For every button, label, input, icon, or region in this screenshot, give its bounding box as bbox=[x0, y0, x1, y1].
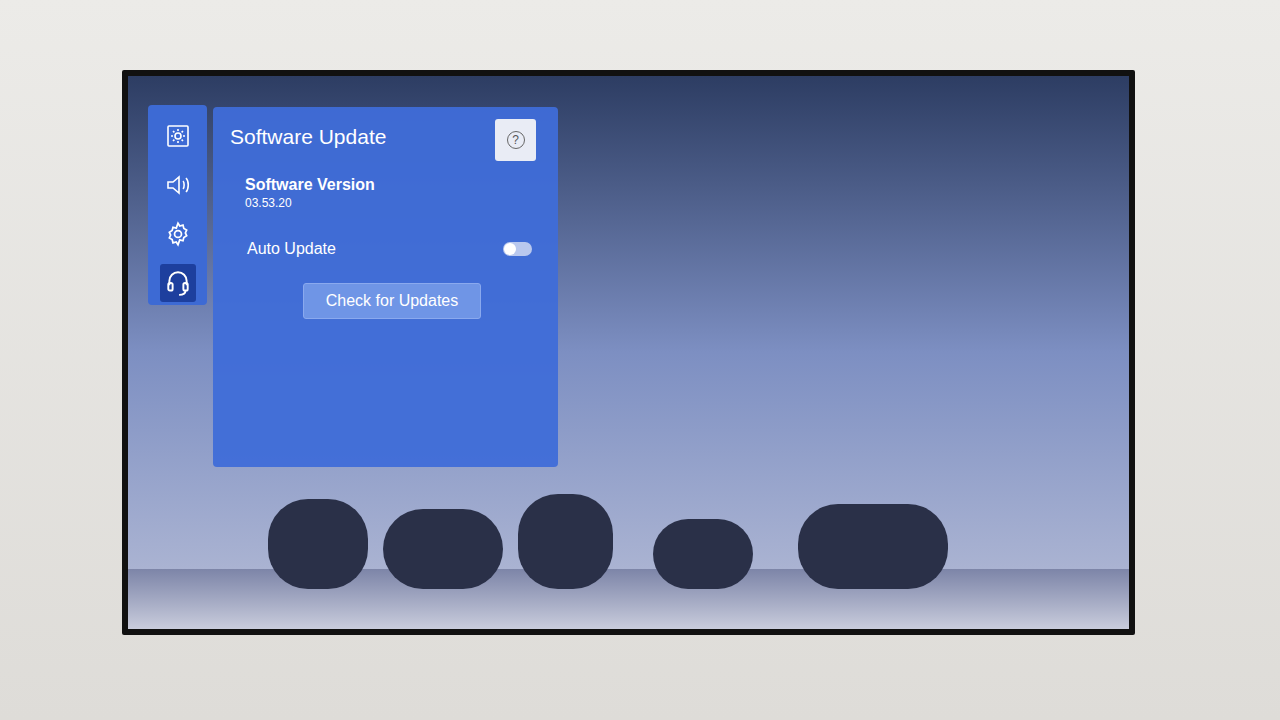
panel-header: Software Update? bbox=[213, 107, 558, 161]
help-button[interactable]: ? bbox=[495, 119, 536, 161]
settings-sidebar bbox=[148, 105, 207, 305]
sidebar-item[interactable] bbox=[160, 215, 196, 253]
headset-icon bbox=[165, 269, 191, 297]
sidebar-item[interactable] bbox=[160, 264, 196, 302]
auto-update-label: Auto Update bbox=[247, 239, 336, 259]
picture-icon bbox=[166, 124, 190, 148]
software-version-value: 03.53.20 bbox=[245, 195, 558, 211]
tv-frame: Software Update?Software Version03.53.20… bbox=[122, 70, 1135, 635]
auto-update-row: Auto Update bbox=[213, 211, 558, 259]
panel-title: Software Update bbox=[230, 119, 386, 151]
speaker-icon bbox=[165, 173, 191, 197]
software-version: Software Version03.53.20 bbox=[213, 161, 558, 211]
help-icon: ? bbox=[507, 131, 525, 149]
toggle-knob bbox=[504, 243, 516, 255]
button-row: Check for Updates bbox=[213, 259, 558, 319]
gear-icon bbox=[165, 221, 191, 247]
sidebar-item[interactable] bbox=[160, 117, 196, 155]
sidebar-item[interactable] bbox=[160, 166, 196, 204]
check-updates-button[interactable]: Check for Updates bbox=[303, 283, 481, 319]
software-update-panel: Software Update?Software Version03.53.20… bbox=[213, 107, 558, 467]
software-version-label: Software Version bbox=[245, 175, 558, 195]
auto-update-toggle[interactable] bbox=[503, 242, 532, 256]
